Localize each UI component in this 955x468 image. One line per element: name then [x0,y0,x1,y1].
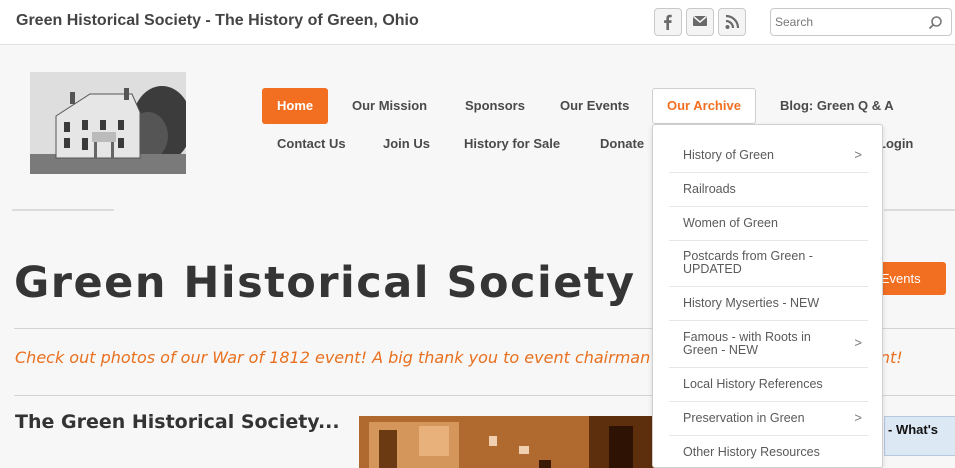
section-title: The Green Historical Society... [15,411,340,433]
nav-join-us[interactable]: Join Us [383,126,430,162]
dropdown-item-label: Postcards from Green - UPDATED [683,249,813,276]
dropdown-item-label: Women of Green [683,216,778,230]
mail-icon[interactable] [686,8,714,36]
dropdown-item-history-of-green[interactable]: History of Green > [669,139,868,173]
facebook-icon[interactable] [654,8,682,36]
site-title[interactable]: Green Historical Society - The History o… [16,12,419,30]
dropdown-item-postcards[interactable]: Postcards from Green - UPDATED [669,241,868,287]
dropdown-item-other-resources[interactable]: Other History Resources [669,436,868,468]
rss-icon[interactable] [718,8,746,36]
chevron-right-icon: > [854,335,862,350]
site-logo[interactable] [30,72,186,174]
dropdown-item-famous[interactable]: Famous - with Roots in Green - NEW > [669,321,868,368]
dropdown-item-label: History Myserties - NEW [683,296,820,310]
nav-donate[interactable]: Donate [600,126,644,162]
nav-contact-us[interactable]: Contact Us [277,126,346,162]
side-box[interactable]: - What's [884,416,955,456]
chevron-right-icon: > [854,410,862,425]
dropdown-item-label: Famous - with Roots in Green - NEW [683,330,811,357]
dropdown-item-local-history[interactable]: Local History References [669,368,868,402]
chevron-right-icon: > [854,147,862,162]
page-title: Green Historical Society [14,258,636,308]
dropdown-item-railroads[interactable]: Railroads [669,173,868,207]
nav-history-for-sale[interactable]: History for Sale [464,126,560,162]
nav-our-archive[interactable]: Our Archive [652,88,756,124]
top-bar: Green Historical Society - The History o… [0,0,955,45]
search-input[interactable] [775,12,925,32]
dropdown-item-label: Preservation in Green [683,411,805,425]
divider [12,209,114,211]
nav-blog[interactable]: Blog: Green Q & A [780,88,894,124]
dropdown-item-women-of-green[interactable]: Women of Green [669,207,868,241]
search-icon[interactable] [928,15,943,35]
divider [884,209,955,211]
dropdown-item-label: Railroads [683,182,736,196]
announcement-text: Check out photos of our War of 1812 even… [15,348,651,367]
nav-our-events[interactable]: Our Events [560,88,629,124]
nav-login[interactable]: Login [878,126,913,162]
nav-home[interactable]: Home [262,88,329,124]
search-box[interactable] [770,8,952,36]
dropdown-item-label: Local History References [683,377,823,391]
archive-dropdown: History of Green > Railroads Women of Gr… [652,124,883,468]
nav-sponsors[interactable]: Sponsors [465,88,525,124]
dropdown-item-label: Other History Resources [683,445,820,459]
dropdown-item-preservation[interactable]: Preservation in Green > [669,402,868,436]
event-photo[interactable] [359,416,659,468]
dropdown-item-label: History of Green [683,148,775,162]
nav-our-mission[interactable]: Our Mission [352,88,427,124]
dropdown-item-history-mysteries[interactable]: History Myserties - NEW [669,287,868,321]
